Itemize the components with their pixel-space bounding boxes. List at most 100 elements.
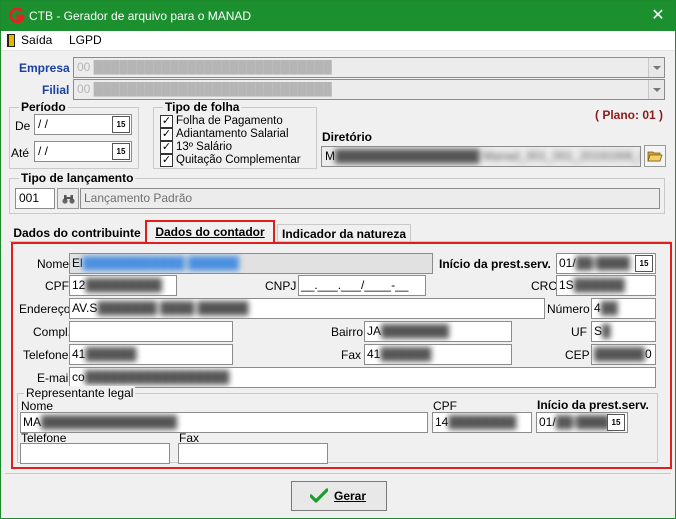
cpf-input[interactable]: 12█████████: [69, 275, 177, 296]
cep-value-suffix: 0: [645, 347, 652, 361]
rep-fax-input[interactable]: [178, 443, 328, 464]
numero-input[interactable]: 4██: [591, 298, 656, 319]
filial-dropdown-arrow-icon[interactable]: [648, 80, 664, 99]
checkbox-quitacao-complementar[interactable]: ✓: [160, 154, 173, 167]
rep-inicio-prest-serv-prefix: 01/: [539, 415, 556, 429]
tab-indicador-natureza[interactable]: Indicador da natureza: [277, 224, 411, 244]
title-bar: CTB - Gerador de arquivo para o MANAD ✕: [1, 1, 675, 31]
tipo-lancamento-description: Lançamento Padrão: [80, 188, 660, 209]
cep-label: CEP: [565, 348, 590, 362]
rep-inicio-prest-serv-label: Início da prest.serv.: [537, 398, 649, 412]
email-label: E-mail: [37, 371, 72, 385]
checkbox-adiantamento-salarial[interactable]: ✓: [160, 128, 173, 141]
cnpj-input[interactable]: __.___.___/____-__: [298, 275, 426, 296]
numero-value-prefix: 4: [594, 301, 601, 315]
gerar-button[interactable]: Gerar: [291, 481, 387, 511]
gerar-button-label: Gerar: [334, 489, 367, 503]
periodo-de-calendar-icon[interactable]: 15: [112, 116, 130, 133]
crc-value-prefix: 1S: [559, 278, 574, 292]
empresa-select[interactable]: 00 ████████████████████████████: [73, 57, 665, 78]
rep-nome-value-blurred: ████████████████: [41, 415, 178, 429]
rep-telefone-input[interactable]: [20, 443, 170, 464]
fax-value-prefix: 41: [367, 347, 381, 361]
checkbox-folha-pagamento[interactable]: ✓: [160, 115, 173, 128]
inicio-prest-serv-label: Início da prest.serv.: [439, 257, 551, 271]
checkbox-13-salario[interactable]: ✓: [160, 141, 173, 154]
periodo-title: Período: [19, 100, 68, 114]
inicio-prest-serv-prefix: 01/: [559, 256, 576, 270]
tab-dados-contribuinte[interactable]: Dados do contribuinte: [9, 224, 145, 244]
exit-door-icon: [7, 34, 15, 47]
telefone-label: Telefone: [23, 348, 69, 362]
fax-label: Fax: [341, 348, 362, 362]
window-title: CTB - Gerador de arquivo para o MANAD: [29, 9, 252, 23]
periodo-de-value: / /: [38, 117, 49, 131]
numero-value-blurred: ██: [600, 301, 618, 315]
email-input[interactable]: co█████████████████: [69, 367, 656, 388]
menu-item-saida[interactable]: Saída: [21, 33, 52, 47]
telefone-input[interactable]: 41██████: [69, 344, 233, 365]
cnpj-mask: __.___.___/____-__: [301, 278, 409, 292]
uf-input[interactable]: S█: [591, 321, 656, 342]
inicio-prest-serv-calendar-icon[interactable]: 15: [635, 255, 653, 272]
rep-inicio-prest-serv-calendar-icon[interactable]: 15: [607, 414, 625, 431]
uf-value-prefix: S: [594, 324, 603, 338]
compl-input[interactable]: [69, 321, 233, 342]
filial-select[interactable]: 00 ████████████████████████████: [73, 79, 665, 100]
binoculars-icon: [62, 195, 75, 204]
fax-value-blurred: ██████: [380, 347, 432, 361]
close-button[interactable]: ✕: [647, 5, 669, 27]
tab-dados-contribuinte-label: Dados do contribuinte: [13, 226, 141, 240]
empresa-value: 00 ████████████████████████████: [77, 60, 332, 74]
browse-folder-button[interactable]: [644, 145, 666, 167]
diretorio-input[interactable]: M█████████████████ Manad_001_001_2019100…: [321, 146, 641, 167]
rep-nome-input[interactable]: MA████████████████: [20, 412, 428, 433]
dados-contador-panel: Nome El████████████ ██████ Início da pre…: [11, 242, 672, 469]
crc-value-blurred: ██████: [573, 278, 625, 292]
endereco-value-prefix: AV.S: [72, 301, 98, 315]
checkbox-quitacao-complementar-label: Quitação Complementar: [176, 154, 301, 166]
tab-dados-contador-label: Dados do contador: [155, 225, 265, 239]
tab-indicador-natureza-label: Indicador da natureza: [281, 227, 407, 241]
empresa-dropdown-arrow-icon[interactable]: [648, 58, 664, 77]
nome-input[interactable]: El████████████ ██████: [69, 253, 433, 274]
menu-bar: Saída LGPD: [1, 31, 675, 51]
crc-input[interactable]: 1S██████: [556, 275, 656, 296]
rep-cpf-label: CPF: [433, 399, 457, 413]
tab-dados-contador[interactable]: Dados do contador: [145, 220, 275, 243]
menu-item-lgpd[interactable]: LGPD: [69, 33, 102, 47]
bairro-label: Bairro: [331, 325, 364, 339]
rep-cpf-input[interactable]: 14████████: [432, 412, 532, 433]
nome-label: Nome: [37, 257, 70, 271]
representante-legal-title: Representante legal: [24, 386, 136, 400]
bairro-input[interactable]: JA████████: [364, 321, 512, 342]
endereco-label: Endereço: [19, 302, 71, 316]
filial-label: Filial: [42, 83, 70, 97]
tipo-lancamento-search-button[interactable]: [57, 188, 79, 209]
bairro-value-prefix: JA: [367, 324, 382, 338]
checkbox-13-salario-label: 13º Salário: [176, 141, 232, 153]
checkmark-icon: [310, 488, 328, 503]
fax-input[interactable]: 41██████: [364, 344, 512, 365]
email-value-prefix: co: [72, 370, 85, 384]
rep-inicio-prest-serv-blurred: ██/████: [555, 415, 611, 429]
rep-nome-label: Nome: [21, 399, 54, 413]
endereco-input[interactable]: AV.S███████ ████ ██████: [69, 298, 545, 319]
uf-value-blurred: █: [602, 324, 611, 338]
checkbox-folha-pagamento-label: Folha de Pagamento: [176, 115, 283, 127]
filial-value: 00 ████████████████████████████: [77, 82, 332, 96]
cep-value-blurred: ██████: [594, 347, 646, 361]
cep-input[interactable]: ██████0: [591, 344, 656, 365]
bairro-value-blurred: ████████: [381, 324, 450, 338]
periodo-ate-calendar-icon[interactable]: 15: [112, 143, 130, 160]
tipo-folha-title: Tipo de folha: [163, 100, 242, 114]
periodo-ate-label: Até: [11, 146, 30, 160]
cpf-label: CPF: [45, 279, 69, 293]
uf-label: UF: [571, 325, 587, 339]
diretorio-label: Diretório: [322, 130, 373, 144]
telefone-value-prefix: 41: [72, 347, 86, 361]
plano-indicator: ( Plano: 01 ): [595, 108, 664, 122]
diretorio-value-blurred: █████████████████ Manad_001_001_20191006…: [335, 149, 640, 163]
folder-open-icon: [647, 151, 663, 162]
tipo-lancamento-code-input[interactable]: 001: [15, 188, 55, 209]
